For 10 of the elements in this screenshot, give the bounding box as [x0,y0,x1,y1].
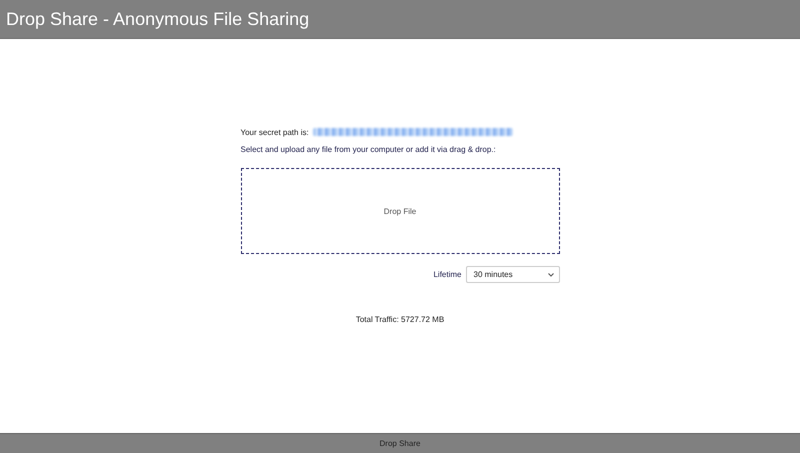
lifetime-label: Lifetime [433,270,462,279]
lifetime-select[interactable]: 30 minutes [466,266,560,283]
page-title: Drop Share - Anonymous File Sharing [6,8,310,30]
upload-instructions: Select and upload any file from your computer or add it via drag & drop.: [240,145,497,154]
drop-zone[interactable]: Drop File [240,168,560,254]
total-traffic: Total Traffic: 5727.72 MB [356,315,444,324]
redacted-link[interactable] [312,128,513,136]
chevron-down-icon [548,272,554,276]
footer-text: Drop Share [380,439,420,448]
secret-path-label: Your secret path is: [240,128,309,136]
